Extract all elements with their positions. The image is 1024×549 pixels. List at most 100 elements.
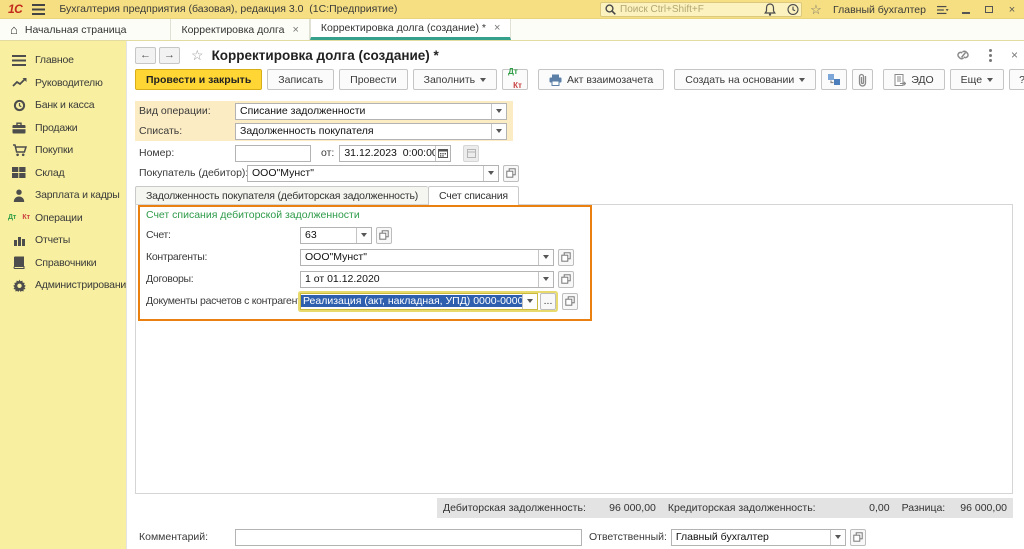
operation-type-select[interactable]: Списание задолженности (235, 103, 507, 120)
responsible-select[interactable]: Главный бухгалтер (671, 529, 846, 546)
sidebar-item-administrirovanie[interactable]: Администрирование (0, 274, 126, 297)
sidebar-item-glavnoe[interactable]: Главное (0, 49, 126, 72)
sidebar-item-zarplata-i-kadry[interactable]: Зарплата и кадры (0, 184, 126, 207)
tab-writeoff-account[interactable]: Счет списания (428, 186, 519, 205)
create-based-on-button[interactable]: Создать на основании (674, 69, 816, 90)
number-label: Номер: (135, 147, 235, 159)
menu-lines-icon (11, 53, 27, 68)
get-link-icon[interactable] (956, 49, 970, 61)
edo-button[interactable]: ЭДО (883, 69, 944, 90)
writeoff-select[interactable]: Задолженность покупателя (235, 123, 507, 140)
sidebar-item-label: Руководителю (35, 77, 103, 89)
warehouse-grid-icon (11, 165, 27, 180)
writeoff-label: Списать: (135, 125, 235, 137)
dropdown-arrow-icon[interactable] (491, 104, 506, 119)
number-input[interactable] (235, 145, 311, 162)
post-and-close-button[interactable]: Провести и закрыть (135, 69, 262, 90)
tab-label: Корректировка долга (создание) * (321, 22, 486, 34)
sidebar-item-prodazhi[interactable]: Продажи (0, 117, 126, 140)
notifications-bell-icon[interactable] (764, 4, 776, 16)
dropdown-arrow-icon[interactable] (830, 530, 845, 545)
settlement-docs-select[interactable]: Реализация (акт, накладная, УПД) 0000-00… (300, 293, 538, 310)
section-title: Счет списания дебиторской задолженности (146, 208, 584, 223)
sidebar-item-label: Справочники (35, 257, 96, 269)
trend-chart-icon (11, 75, 27, 90)
sidebar-item-sklad[interactable]: Склад (0, 162, 126, 185)
sidebar-item-bank-i-kassa[interactable]: Банк и касса (0, 94, 126, 117)
sidebar-item-label: Зарплата и кадры (35, 189, 120, 201)
open-responsible-icon[interactable] (850, 529, 866, 546)
ellipsis-choose-button[interactable]: ... (540, 293, 556, 310)
more-button[interactable]: Еще (950, 69, 1004, 90)
comment-input[interactable] (235, 529, 582, 546)
dropdown-arrow-icon[interactable] (483, 166, 498, 181)
dropdown-arrow-icon[interactable] (491, 124, 506, 139)
main-menu-icon[interactable] (32, 4, 45, 15)
favorites-star-icon[interactable]: ☆ (810, 4, 822, 16)
tab-label: Счет списания (439, 190, 508, 202)
difference-label: Разница: (902, 502, 946, 514)
attachments-button[interactable] (852, 69, 873, 90)
dt-label: Дт (508, 68, 518, 77)
tab-close-icon[interactable]: × (292, 24, 298, 36)
writeoff-account-section: Счет списания дебиторской задолженности … (138, 205, 592, 321)
bar-chart-icon (11, 233, 27, 248)
form-close-icon[interactable]: × (1011, 48, 1018, 62)
buyer-value: ООО"Мунст" (248, 167, 483, 179)
contracts-value: 1 от 01.12.2020 (301, 273, 538, 285)
open-settlement-doc-icon[interactable] (562, 293, 578, 310)
open-contractor-icon[interactable] (558, 249, 574, 266)
sidebar-item-operacii[interactable]: ДтКт Операции (0, 207, 126, 230)
sidebar-item-label: Продажи (35, 122, 77, 134)
sidebar-item-spravochniki[interactable]: Справочники (0, 252, 126, 275)
window-close-icon[interactable]: × (1006, 4, 1018, 16)
open-account-icon[interactable] (376, 227, 392, 244)
related-documents-button[interactable] (821, 69, 847, 90)
help-button[interactable]: ? (1009, 69, 1024, 90)
post-button[interactable]: Провести (339, 69, 407, 90)
dropdown-arrow-icon[interactable] (538, 250, 553, 265)
open-buyer-icon[interactable] (503, 165, 519, 182)
show-postings-dtkt-button[interactable]: Дт Кт (502, 69, 528, 90)
date-input[interactable]: 31.12.2023 0:00:00 (339, 145, 451, 162)
settings-menu-icon[interactable] (937, 4, 949, 16)
dropdown-arrow-icon[interactable] (522, 294, 537, 309)
calendar-icon[interactable] (435, 146, 450, 161)
tab-korrektirovka-dolga-sozdanie[interactable]: Корректировка долга (создание) * × (310, 19, 512, 40)
date-value: 31.12.2023 0:00:00 (340, 147, 435, 159)
dropdown-arrow-icon[interactable] (356, 228, 371, 243)
sidebar-item-rukovoditelyu[interactable]: Руководителю (0, 72, 126, 95)
window-minimize-icon[interactable] (960, 4, 972, 16)
sidebar-item-pokupki[interactable]: Покупки (0, 139, 126, 162)
more-menu-icon[interactable] (989, 54, 992, 57)
tab-korrektirovka-dolga[interactable]: Корректировка долга × (170, 19, 309, 40)
dropdown-arrow-icon[interactable] (538, 272, 553, 287)
window-titlebar: 1С Бухгалтерия предприятия (базовая), ре… (0, 0, 1024, 19)
account-select[interactable]: 63 (300, 227, 372, 244)
fill-button[interactable]: Заполнить (413, 69, 498, 90)
window-maximize-icon[interactable] (983, 4, 995, 16)
home-icon: ⌂ (10, 23, 18, 36)
back-arrow-icon[interactable]: ← (135, 47, 156, 64)
offset-act-button[interactable]: Акт взаимозачета (538, 69, 664, 90)
tab-debt-of-buyer[interactable]: Задолженность покупателя (дебиторская за… (135, 186, 428, 204)
dt-kt-icon: ДтКт (11, 210, 27, 225)
forward-arrow-icon[interactable]: → (159, 47, 180, 64)
contractors-label: Контрагенты: (146, 251, 300, 263)
current-user-label[interactable]: Главный бухгалтер (833, 4, 926, 16)
dropdown-arrow-icon (987, 78, 993, 82)
tab-close-icon[interactable]: × (494, 22, 500, 34)
more-button-label: Еще (961, 74, 982, 86)
contractors-select[interactable]: ООО"Мунст" (300, 249, 554, 266)
open-contract-icon[interactable] (558, 271, 574, 288)
contracts-select[interactable]: 1 от 01.12.2020 (300, 271, 554, 288)
favorite-star-icon[interactable]: ☆ (191, 47, 204, 64)
briefcase-icon (11, 120, 27, 135)
tab-home[interactable]: ⌂ Начальная страница (0, 19, 138, 40)
sidebar-item-otchety[interactable]: Отчеты (0, 229, 126, 252)
writeoff-value: Задолженность покупателя (236, 125, 491, 137)
history-icon[interactable] (787, 4, 799, 16)
buyer-select[interactable]: ООО"Мунст" (247, 165, 499, 182)
book-icon (11, 255, 27, 270)
save-button[interactable]: Записать (267, 69, 334, 90)
